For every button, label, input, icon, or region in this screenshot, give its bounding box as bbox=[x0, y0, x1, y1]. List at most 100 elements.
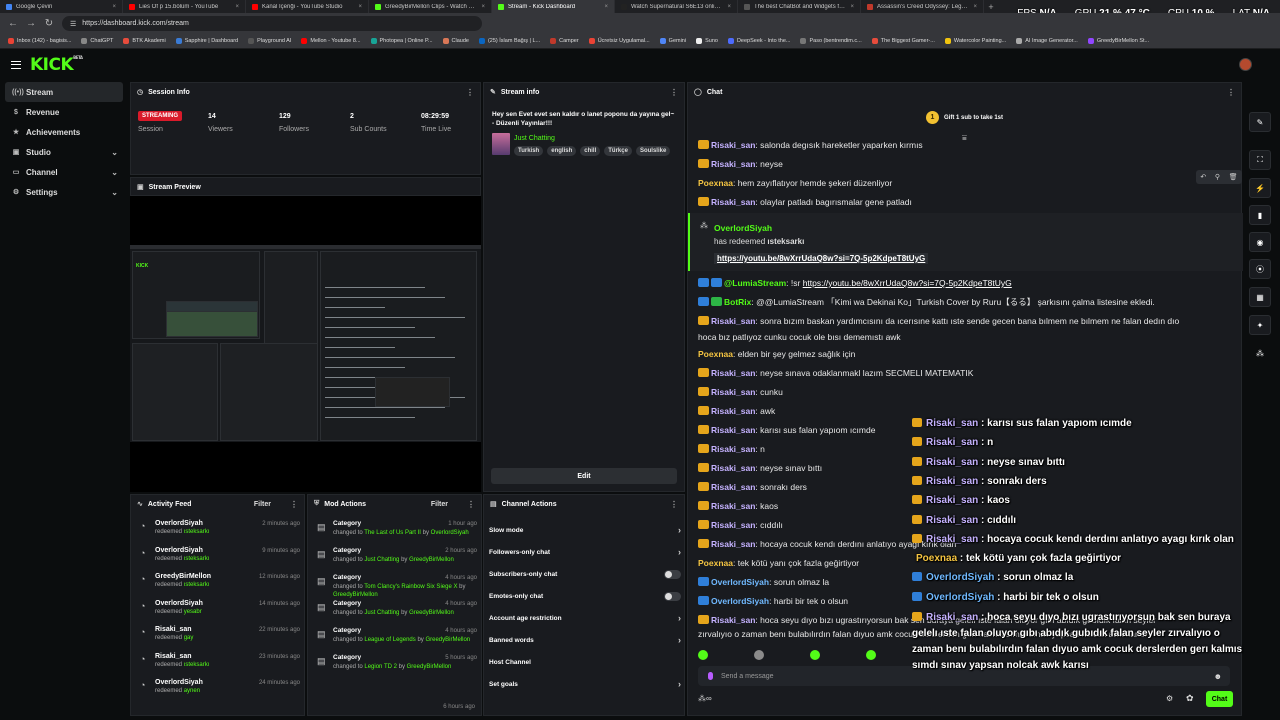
mod-action-item[interactable]: ▤ Category changed to Tom Clancy's Rainbow… bbox=[317, 574, 477, 601]
browser-tab[interactable]: Google Çeviri × bbox=[0, 0, 123, 13]
more-options-icon[interactable]: ⋮ bbox=[466, 88, 474, 97]
moderator-name[interactable]: GreedyBirMellon bbox=[333, 592, 378, 598]
bookmark-item[interactable]: Watercolor Painting... bbox=[944, 38, 1006, 44]
channel-action-host-channel[interactable]: Host Channel bbox=[489, 652, 681, 672]
emote-icon[interactable] bbox=[754, 650, 764, 660]
chat-username[interactable]: BotRix bbox=[724, 297, 751, 307]
activity-item[interactable]: ◔ OverlordSiyah redeemed ısteksarkı 2 minut… bbox=[140, 520, 300, 547]
close-tab-icon[interactable]: × bbox=[481, 4, 485, 10]
filter-button[interactable]: Filter bbox=[254, 501, 271, 508]
more-options-icon[interactable]: ⋮ bbox=[467, 500, 475, 509]
activity-item[interactable]: ◔ OverlordSiyah redeemed aynen 24 minutes a… bbox=[140, 679, 300, 706]
browser-tab[interactable]: Assassin's Creed Odyssey: Legen... × bbox=[861, 0, 984, 13]
mod-action-item[interactable]: ▤ Category changed to Legion TD 2 by Greed… bbox=[317, 654, 477, 681]
bookmark-item[interactable]: BTK Akademi bbox=[123, 38, 166, 44]
kick-logo[interactable]: KICKBETA bbox=[30, 55, 83, 75]
close-tab-icon[interactable]: × bbox=[973, 4, 977, 10]
chat-username[interactable]: Risaki_san bbox=[711, 159, 755, 169]
browser-tab[interactable]: The best ChatBot and Widgets fo... × bbox=[738, 0, 861, 13]
trash-icon[interactable]: ▮ bbox=[1249, 205, 1271, 225]
save-icon[interactable]: ▦ bbox=[1249, 287, 1271, 307]
tag[interactable]: Soulslike bbox=[635, 146, 671, 156]
category-link[interactable]: Just Chatting bbox=[364, 610, 399, 616]
category-link[interactable]: Just Chatting bbox=[364, 557, 399, 563]
toggle-switch[interactable] bbox=[664, 569, 681, 579]
tag[interactable]: chill bbox=[580, 146, 601, 156]
more-options-icon[interactable]: ⋮ bbox=[670, 88, 678, 97]
sidebar-item-achievements[interactable]: ★ Achievements bbox=[5, 122, 123, 142]
redeem-link[interactable]: https://youtu.be/8wXrrUdaQ8w?si=7Q-5p2Kd… bbox=[714, 253, 929, 264]
wrench-icon[interactable]: ✦ bbox=[1249, 315, 1271, 335]
category-link[interactable]: League of Legends bbox=[364, 637, 415, 643]
more-options-icon[interactable]: ⋮ bbox=[670, 500, 678, 509]
bookmark-item[interactable]: Mellon - Youtube 8... bbox=[301, 38, 361, 44]
moderator-name[interactable]: GreedyBirMellon bbox=[425, 637, 470, 643]
channel-action-followers-only-chat[interactable]: Followers-only chat › bbox=[489, 542, 681, 562]
chat-username[interactable]: Risaki_san bbox=[711, 444, 755, 454]
sidebar-item-studio[interactable]: ▣ Studio ⌄ bbox=[5, 142, 123, 162]
chevron-down-icon[interactable]: ⌄ bbox=[111, 168, 118, 177]
hamburger-menu-icon[interactable] bbox=[11, 61, 21, 69]
close-tab-icon[interactable]: × bbox=[604, 4, 608, 10]
chat-username[interactable]: Risaki_san bbox=[711, 615, 755, 625]
chevron-down-icon[interactable]: ⌄ bbox=[111, 188, 118, 197]
lightning-icon[interactable]: ⚡ bbox=[1249, 178, 1271, 198]
new-tab-icon[interactable]: + bbox=[984, 0, 998, 13]
bookmark-item[interactable]: AI Image Generator... bbox=[1016, 38, 1078, 44]
browser-tab[interactable]: Kanal İçeriği - YouTube Studio × bbox=[246, 0, 369, 13]
chat-username[interactable]: Risaki_san bbox=[711, 539, 755, 549]
moderator-name[interactable]: GreedyBirMellon bbox=[409, 557, 454, 563]
sidebar-item-channel[interactable]: ▭ Channel ⌄ bbox=[5, 162, 123, 182]
bookmark-item[interactable]: Playground AI bbox=[248, 38, 291, 44]
toggle-switch[interactable] bbox=[664, 591, 681, 601]
chat-username[interactable]: @LumiaStream bbox=[724, 278, 786, 288]
sidebar-item-stream[interactable]: ((•)) Stream bbox=[5, 82, 123, 102]
channel-action-slow-mode[interactable]: Slow mode › bbox=[489, 520, 681, 540]
close-tab-icon[interactable]: × bbox=[112, 4, 116, 10]
chevron-down-icon[interactable]: ⌄ bbox=[111, 148, 118, 157]
chat-username[interactable]: Poexnaa bbox=[698, 349, 733, 359]
browser-tab[interactable]: Watch Supernatural S6E13 online... × bbox=[615, 0, 738, 13]
chat-icon[interactable]: ◉ bbox=[1249, 232, 1271, 252]
category-link[interactable]: The Last of Us Part II bbox=[364, 530, 421, 536]
bookmark-item[interactable]: Gemini bbox=[659, 38, 686, 44]
chat-username[interactable]: OverlordSiyah bbox=[711, 577, 769, 587]
chat-username[interactable]: Risaki_san bbox=[711, 368, 755, 378]
bookmark-item[interactable]: GreedyBirMellon St... bbox=[1087, 38, 1149, 44]
mod-action-item[interactable]: ▤ Category changed to The Last of Us Part … bbox=[317, 520, 477, 547]
channel-action-emotes-only-chat[interactable]: Emotes-only chat bbox=[489, 586, 681, 606]
delete-icon[interactable]: 🗑 bbox=[1229, 173, 1238, 181]
mod-action-item[interactable]: ▤ Category changed to Just Chatting by Gre… bbox=[317, 600, 477, 627]
activity-item[interactable]: ◔ Risaki_san redeemed gay 22 minutes ago bbox=[140, 626, 300, 653]
chat-username[interactable]: Risaki_san bbox=[711, 520, 755, 530]
chat-username[interactable]: Risaki_san bbox=[711, 140, 755, 150]
chat-username[interactable]: Risaki_san bbox=[711, 482, 755, 492]
bookmark-item[interactable]: Ücretsiz Uygulamal... bbox=[588, 38, 650, 44]
back-icon[interactable]: ← bbox=[8, 18, 18, 29]
emote-icon[interactable] bbox=[866, 650, 876, 660]
gift-sub-banner[interactable]: 1 Gift 1 sub to take 1st bbox=[926, 111, 1003, 124]
chat-username[interactable]: Risaki_san bbox=[711, 387, 755, 397]
bookmark-item[interactable]: The Biggest Gamer-... bbox=[871, 38, 935, 44]
activity-item[interactable]: ◔ OverlordSiyah redeemed yesabr 14 minutes … bbox=[140, 600, 300, 627]
gear-icon[interactable]: ⚙ bbox=[1166, 694, 1173, 703]
channel-action-set-goals[interactable]: Set goals › bbox=[489, 674, 681, 694]
chat-username[interactable]: Risaki_san bbox=[711, 406, 755, 416]
broadcast-icon[interactable]: ⦿ bbox=[1249, 259, 1271, 279]
sidebar-item-revenue[interactable]: $ Revenue bbox=[5, 102, 123, 122]
category-link[interactable]: Legion TD 2 bbox=[364, 664, 397, 670]
url-input[interactable]: ☰ https://dashboard.kick.com/stream bbox=[62, 16, 482, 31]
bookmark-item[interactable]: Inbox (142) - bagisis... bbox=[8, 38, 71, 44]
points-icon[interactable]: ⁂∞ bbox=[698, 694, 712, 703]
bookmark-item[interactable]: Camper bbox=[550, 38, 579, 44]
edit-layout-icon[interactable]: ✎ bbox=[1249, 112, 1271, 132]
reply-icon[interactable]: ↶ bbox=[1200, 173, 1206, 181]
moderator-name[interactable]: OverlordSiyah bbox=[431, 530, 469, 536]
chat-username[interactable]: Risaki_san bbox=[711, 316, 755, 326]
avatar[interactable] bbox=[1239, 58, 1252, 71]
bookmark-item[interactable]: Claude bbox=[442, 38, 469, 44]
chat-username[interactable]: Risaki_san bbox=[711, 197, 755, 207]
moderator-name[interactable]: GreedyBirMellon bbox=[407, 664, 452, 670]
channel-action-subscribers-only-chat[interactable]: Subscribers-only chat bbox=[489, 564, 681, 584]
close-tab-icon[interactable]: × bbox=[850, 4, 854, 10]
